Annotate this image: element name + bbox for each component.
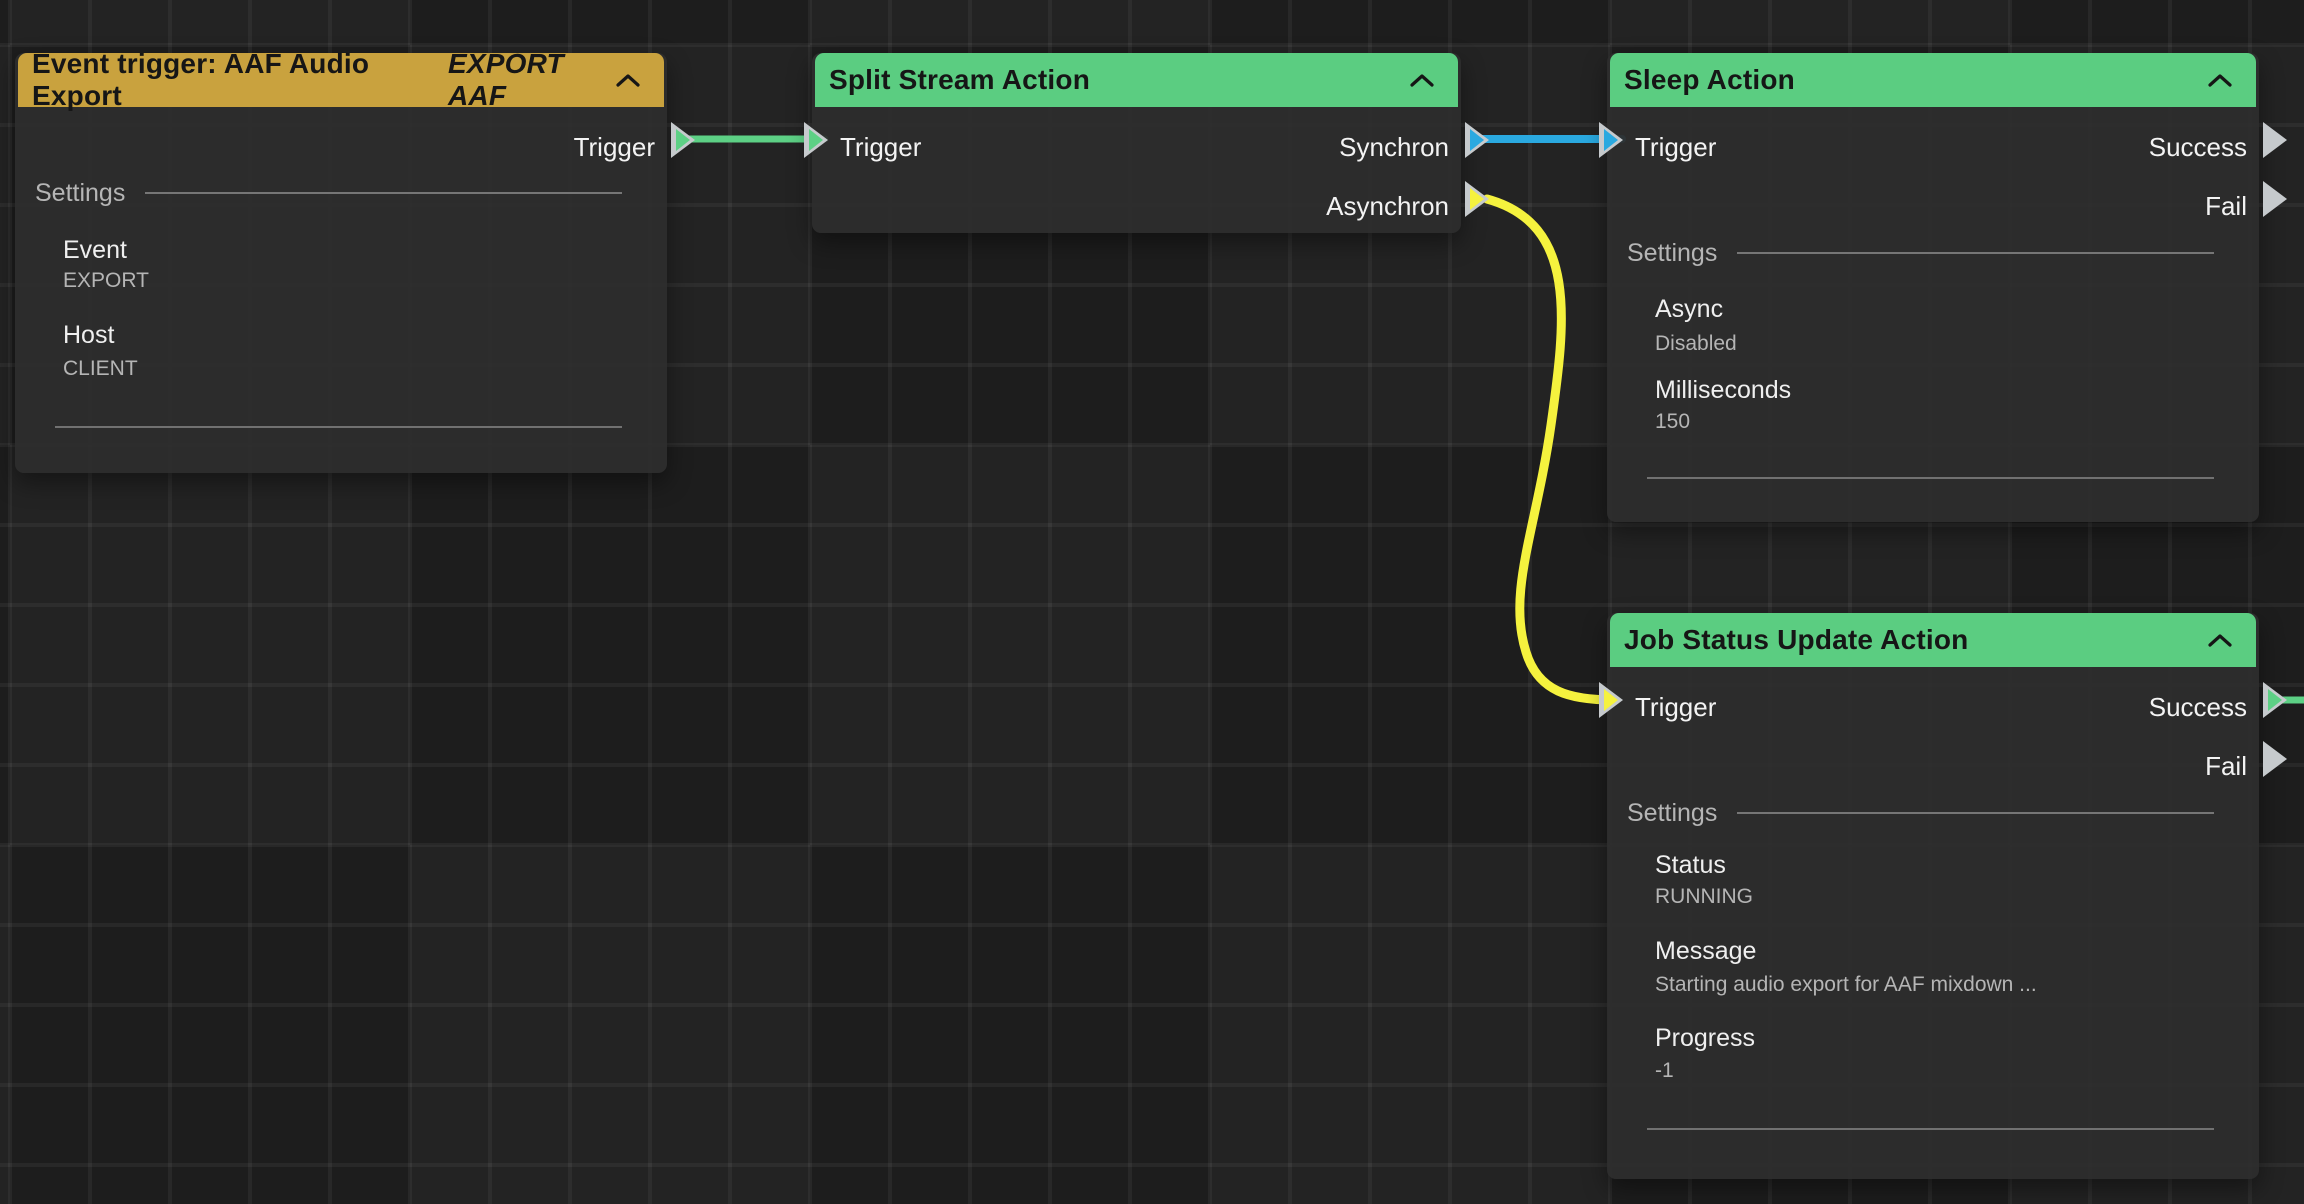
port-trigger-output[interactable] <box>671 122 695 158</box>
chevron-up-icon[interactable] <box>2208 634 2232 647</box>
chevron-up-icon[interactable] <box>1410 74 1434 87</box>
node-title: Split Stream Action <box>829 64 1090 96</box>
input-label-trigger: Trigger <box>1635 128 1716 166</box>
node-title: Job Status Update Action <box>1624 624 1968 656</box>
port-trigger-input[interactable] <box>804 122 828 158</box>
output-label-synchron: Synchron <box>1339 128 1449 166</box>
setting-value-progress[interactable]: -1 <box>1655 1058 1674 1084</box>
settings-title: Settings <box>1627 797 1717 829</box>
settings-divider <box>1737 252 2214 254</box>
node-footer-divider <box>55 426 622 428</box>
node-footer-divider <box>1647 477 2214 479</box>
setting-value-event[interactable]: EXPORT <box>63 268 149 294</box>
port-synchron-output[interactable] <box>1465 122 1489 158</box>
node-title: Event trigger: AAF Audio Export <box>32 48 436 112</box>
node-subtitle: EXPORT AAF <box>448 48 616 112</box>
setting-label-host: Host <box>63 320 114 350</box>
settings-title: Settings <box>1627 237 1717 269</box>
node-body <box>1607 53 2259 522</box>
output-label-success: Success <box>2149 128 2247 166</box>
chevron-up-icon[interactable] <box>616 74 640 87</box>
output-label-asynchron: Asynchron <box>1326 187 1449 225</box>
node-editor-canvas[interactable]: Event trigger: AAF Audio Export EXPORT A… <box>0 0 2304 1204</box>
chevron-up-icon[interactable] <box>2208 74 2232 87</box>
node-title: Sleep Action <box>1624 64 1795 96</box>
setting-label-progress: Progress <box>1655 1023 1755 1053</box>
node-header-sleep[interactable]: Sleep Action <box>1610 53 2256 107</box>
port-trigger-input[interactable] <box>1599 682 1623 718</box>
setting-label-status: Status <box>1655 850 1726 880</box>
settings-title: Settings <box>35 177 125 209</box>
node-footer-divider <box>1647 1128 2214 1130</box>
setting-label-event: Event <box>63 235 127 265</box>
port-fail-output[interactable] <box>2263 181 2287 217</box>
port-trigger-input[interactable] <box>1599 122 1623 158</box>
setting-label-milliseconds: Milliseconds <box>1655 375 1791 405</box>
port-success-output[interactable] <box>2263 122 2287 158</box>
setting-value-host[interactable]: CLIENT <box>63 356 138 382</box>
setting-value-milliseconds[interactable]: 150 <box>1655 409 1690 435</box>
output-label-fail: Fail <box>2205 187 2247 225</box>
setting-value-message[interactable]: Starting audio export for AAF mixdown ..… <box>1655 972 2037 998</box>
output-label-trigger: Trigger <box>574 128 655 166</box>
settings-divider <box>1737 812 2214 814</box>
port-fail-output[interactable] <box>2263 741 2287 777</box>
setting-label-message: Message <box>1655 936 1756 966</box>
settings-divider <box>145 192 622 194</box>
setting-value-status[interactable]: RUNNING <box>1655 884 1753 910</box>
port-asynchron-output[interactable] <box>1465 181 1489 217</box>
connection-asynchron[interactable] <box>1487 199 1614 700</box>
node-header-job-status-update[interactable]: Job Status Update Action <box>1610 613 2256 667</box>
node-job-status-update[interactable]: Job Status Update Action Trigger Success… <box>1607 613 2259 1179</box>
input-label-trigger: Trigger <box>840 128 921 166</box>
port-success-output[interactable] <box>2263 682 2287 718</box>
input-label-trigger: Trigger <box>1635 688 1716 726</box>
setting-label-async: Async <box>1655 294 1723 324</box>
node-split-stream[interactable]: Split Stream Action Trigger Synchron Asy… <box>812 53 1461 233</box>
node-header-event-trigger[interactable]: Event trigger: AAF Audio Export EXPORT A… <box>18 53 664 107</box>
output-label-success: Success <box>2149 688 2247 726</box>
node-header-split-stream[interactable]: Split Stream Action <box>815 53 1458 107</box>
setting-value-async[interactable]: Disabled <box>1655 331 1737 357</box>
output-label-fail: Fail <box>2205 747 2247 785</box>
node-event-trigger[interactable]: Event trigger: AAF Audio Export EXPORT A… <box>15 53 667 473</box>
node-sleep[interactable]: Sleep Action Trigger Success Fail Settin… <box>1607 53 2259 522</box>
